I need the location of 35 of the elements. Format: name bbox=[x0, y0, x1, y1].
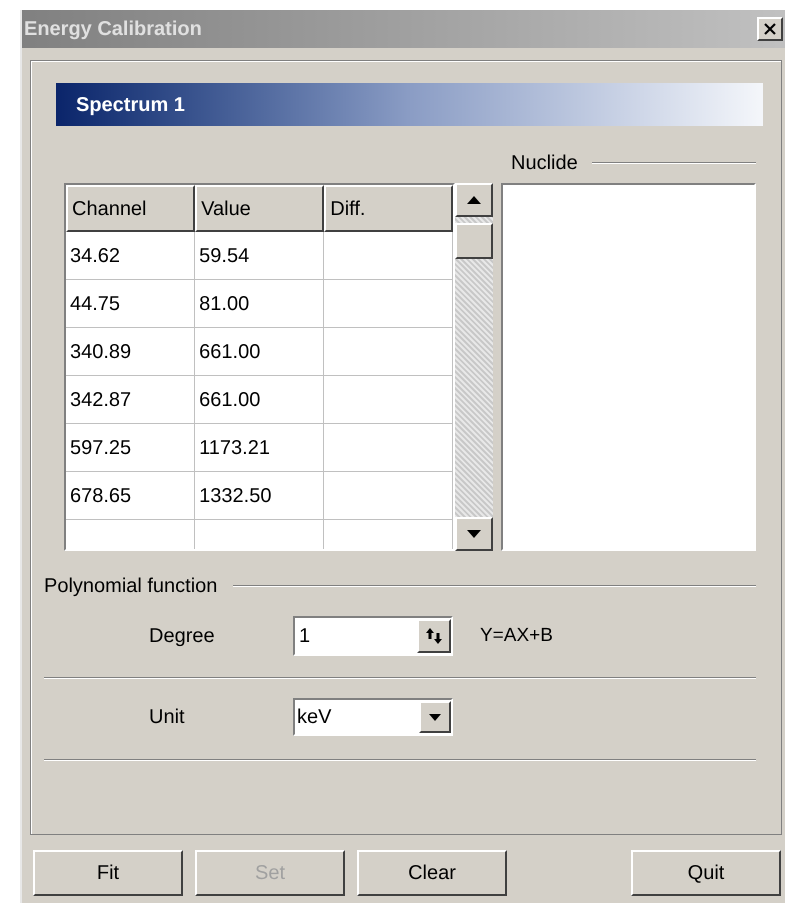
table-cell: 661.00 bbox=[195, 376, 324, 424]
table-cell: 44.75 bbox=[66, 280, 196, 328]
degree-label: Degree bbox=[149, 624, 216, 649]
dialog-button[interactable]: Clear bbox=[357, 850, 507, 896]
table-cell: 678.65 bbox=[66, 472, 196, 520]
column-header[interactable]: Value bbox=[195, 185, 324, 232]
dialog-button[interactable]: Quit bbox=[631, 850, 781, 896]
close-button[interactable] bbox=[757, 17, 783, 41]
unit-dropdown[interactable]: keV bbox=[293, 698, 453, 736]
table-cell: 34.62 bbox=[66, 232, 196, 280]
close-icon bbox=[764, 23, 776, 35]
nuclide-label: Nuclide bbox=[511, 151, 578, 176]
spectrum-header: Spectrum 1 bbox=[56, 83, 763, 126]
table-cell: 661.00 bbox=[195, 328, 324, 376]
degree-spinbox[interactable]: 1 bbox=[293, 616, 453, 656]
column-header[interactable]: Channel bbox=[66, 185, 196, 232]
table-cell: 1173.21 bbox=[195, 424, 324, 472]
table-cell: 597.25 bbox=[66, 424, 196, 472]
scroll-thumb[interactable] bbox=[455, 223, 493, 259]
column-header[interactable]: Diff. bbox=[324, 185, 454, 232]
table-cell: 340.89 bbox=[66, 328, 196, 376]
table-cell: 1332.50 bbox=[195, 472, 324, 520]
scrollbar[interactable] bbox=[455, 183, 493, 551]
up-down-arrows-icon bbox=[424, 626, 444, 646]
section-label: Polynomial function bbox=[44, 574, 218, 599]
up-arrow-icon bbox=[467, 196, 482, 204]
formula-text: Y=AX+B bbox=[480, 624, 553, 648]
dialog-button[interactable]: Fit bbox=[33, 850, 183, 896]
table-cell: 342.87 bbox=[66, 376, 196, 424]
dropdown-arrow-icon bbox=[429, 714, 441, 720]
table-cell: 59.54 bbox=[195, 232, 324, 280]
down-arrow-icon bbox=[467, 530, 482, 538]
unit-label: Unit bbox=[149, 705, 186, 730]
window-title: Energy Calibration bbox=[24, 17, 202, 42]
table-cell: 81.00 bbox=[195, 280, 324, 328]
